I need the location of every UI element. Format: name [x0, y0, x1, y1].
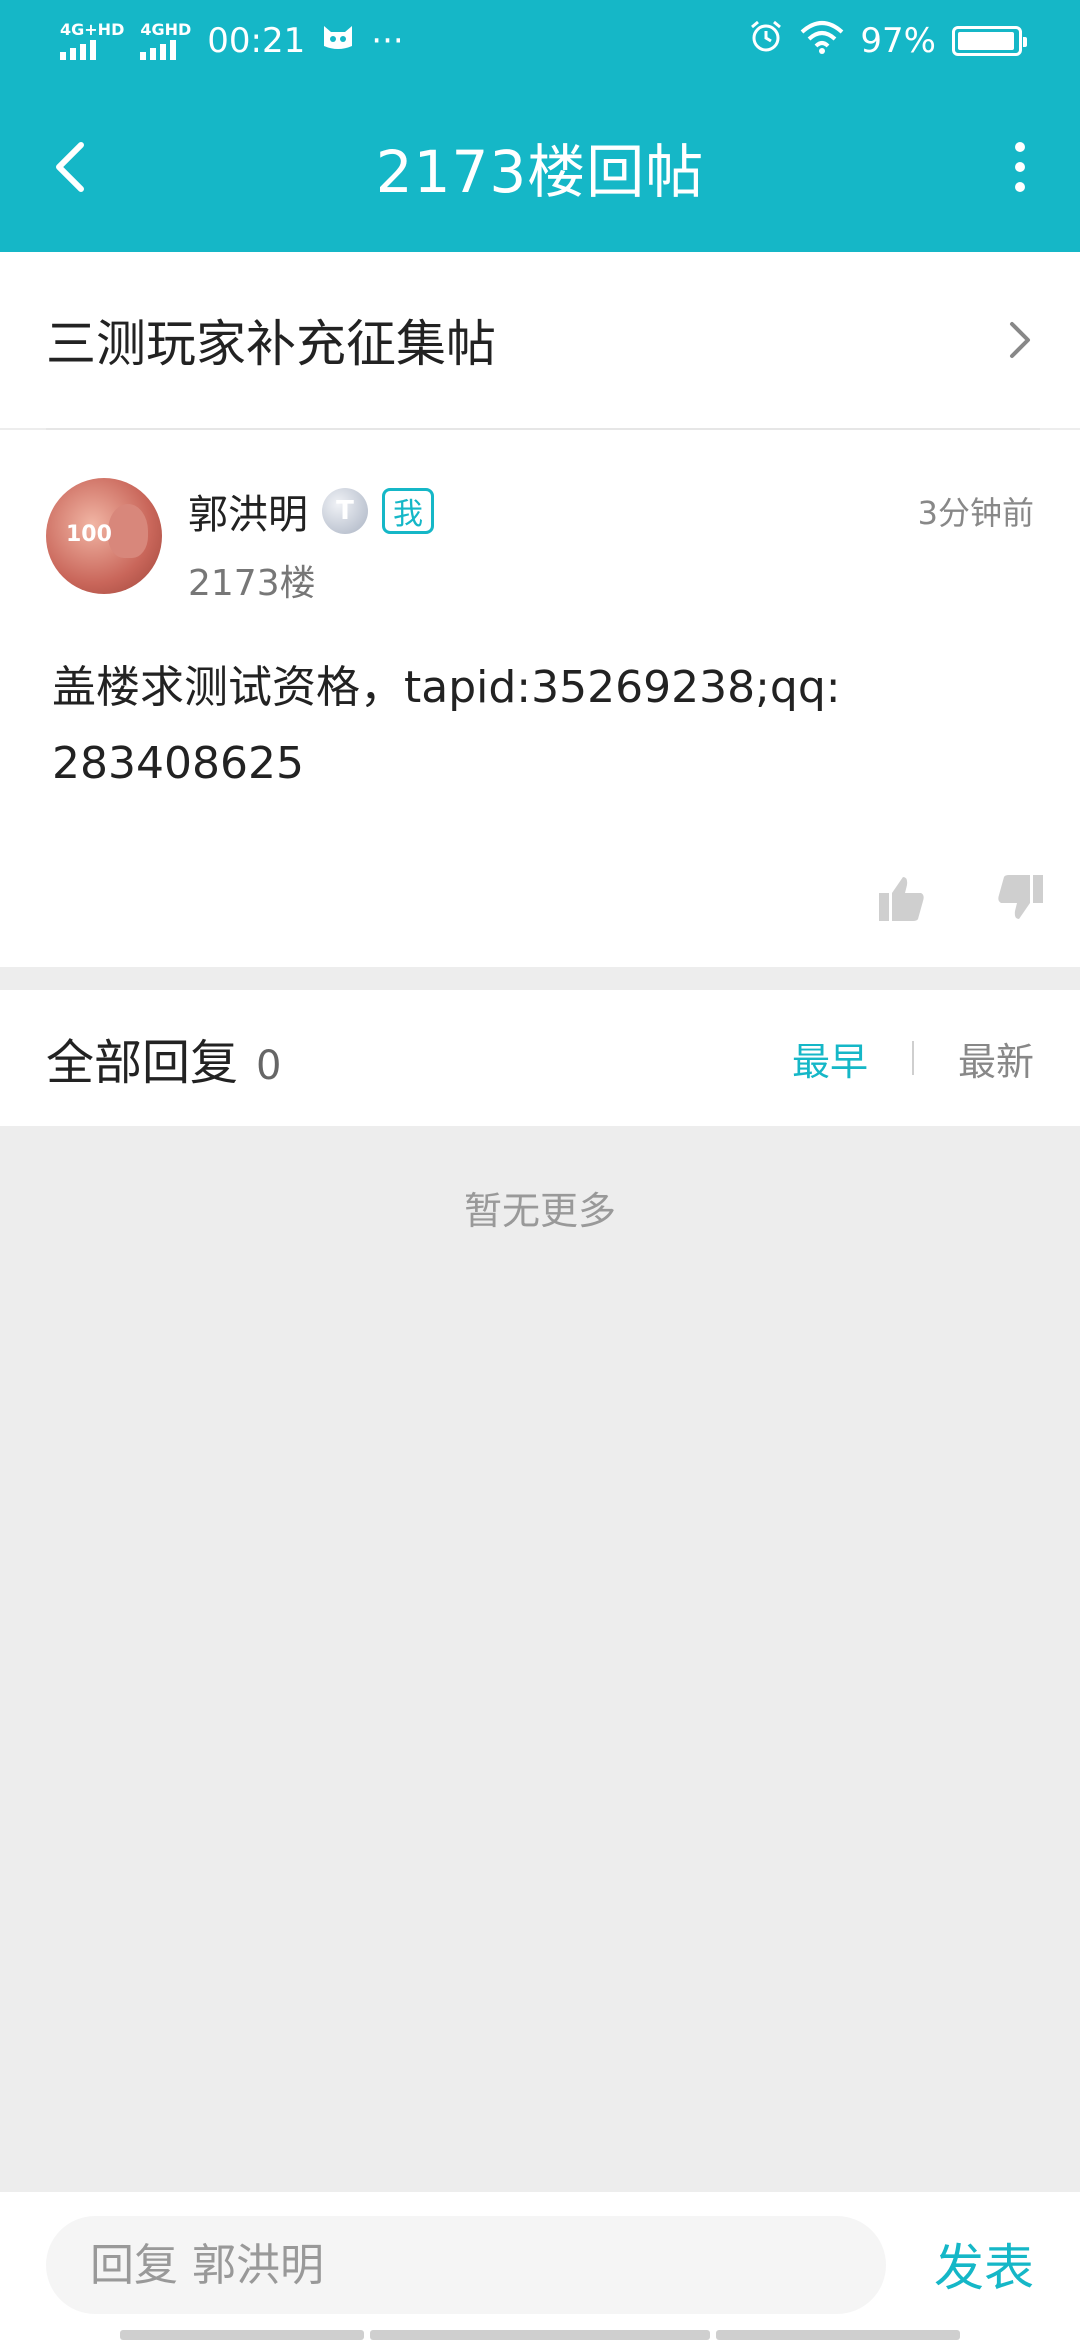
topic-title: 三测玩家补充征集帖 [46, 315, 496, 373]
post-time: 3分钟前 [917, 494, 1034, 532]
alarm-icon [748, 19, 784, 64]
signal-bars-icon [60, 38, 96, 60]
reply-input[interactable] [46, 2216, 886, 2314]
more-notifications: ··· [371, 21, 404, 61]
level-badge-icon: T [322, 488, 368, 534]
page-title: 2173楼回帖 [375, 138, 705, 206]
chevron-right-icon [1000, 310, 1040, 370]
floor-number: 2173楼 [188, 563, 316, 604]
sort-earliest-tab[interactable]: 最早 [792, 1031, 868, 1086]
user-row: 郭洪明 T 我 [188, 482, 434, 540]
back-button[interactable] [40, 127, 100, 207]
post-content: 盖楼求测试资格，tapid:35269238;qq: 283408625 [52, 650, 1012, 802]
status-right: 97% [748, 19, 1027, 64]
post-content-line2: 283408625 [52, 738, 304, 789]
battery-percent: 97% [860, 21, 936, 61]
more-menu-button[interactable] [990, 127, 1050, 207]
send-button[interactable]: 发表 [934, 2228, 1034, 2300]
reply-composer: 发表 [0, 2192, 1080, 2340]
nav-hint-bar [716, 2330, 960, 2340]
replies-header: 全部回复 0 最早 最新 [0, 990, 1080, 1126]
replies-title: 全部回复 [46, 1035, 239, 1091]
avatar-label: 100 [66, 522, 112, 547]
replies-title-group: 全部回复 0 [46, 1023, 281, 1093]
status-bar: 4G+HD 4GHD 00:21 ··· 97% [0, 0, 1080, 82]
wifi-icon [800, 20, 844, 63]
nav-hint-bar [370, 2330, 710, 2340]
chevron-left-icon [56, 142, 84, 192]
avatar-portrait [108, 504, 148, 558]
avatar[interactable]: 100 [46, 478, 162, 594]
signal-2: 4GHD [140, 22, 191, 60]
like-button[interactable] [872, 868, 932, 928]
post-card: 100 郭洪明 T 我 2173楼 3分钟前 盖楼求测试资格，tapid:352… [0, 430, 1080, 967]
me-badge: 我 [382, 488, 434, 534]
dislike-button[interactable] [990, 868, 1050, 928]
username[interactable]: 郭洪明 [188, 482, 308, 540]
status-left: 4G+HD 4GHD 00:21 ··· [60, 21, 404, 61]
more-vert-icon [1015, 142, 1025, 152]
network-type-2: 4GHD [140, 20, 192, 39]
app-bar: 2173楼回帖 [0, 82, 1080, 252]
sort-divider [911, 1041, 914, 1075]
status-time: 00:21 [207, 21, 306, 61]
sort-toggle: 最早 最新 [792, 1031, 1034, 1086]
empty-state-text: 暂无更多 [463, 1189, 616, 1233]
signal-1: 4G+HD [60, 22, 124, 60]
sort-newest-tab[interactable]: 最新 [958, 1031, 1034, 1086]
network-type-1: 4G+HD [60, 20, 125, 39]
cat-app-icon [321, 21, 355, 61]
replies-count: 0 [256, 1043, 282, 1089]
battery-icon [952, 26, 1027, 56]
thumbs-up-icon [879, 877, 924, 921]
post-content-line1: 盖楼求测试资格，tapid:35269238;qq: [52, 662, 841, 713]
thumbs-down-icon [998, 875, 1043, 919]
signal-bars-icon [140, 38, 177, 60]
topic-link[interactable]: 三测玩家补充征集帖 [0, 252, 1080, 428]
nav-hint-bar [120, 2330, 364, 2340]
